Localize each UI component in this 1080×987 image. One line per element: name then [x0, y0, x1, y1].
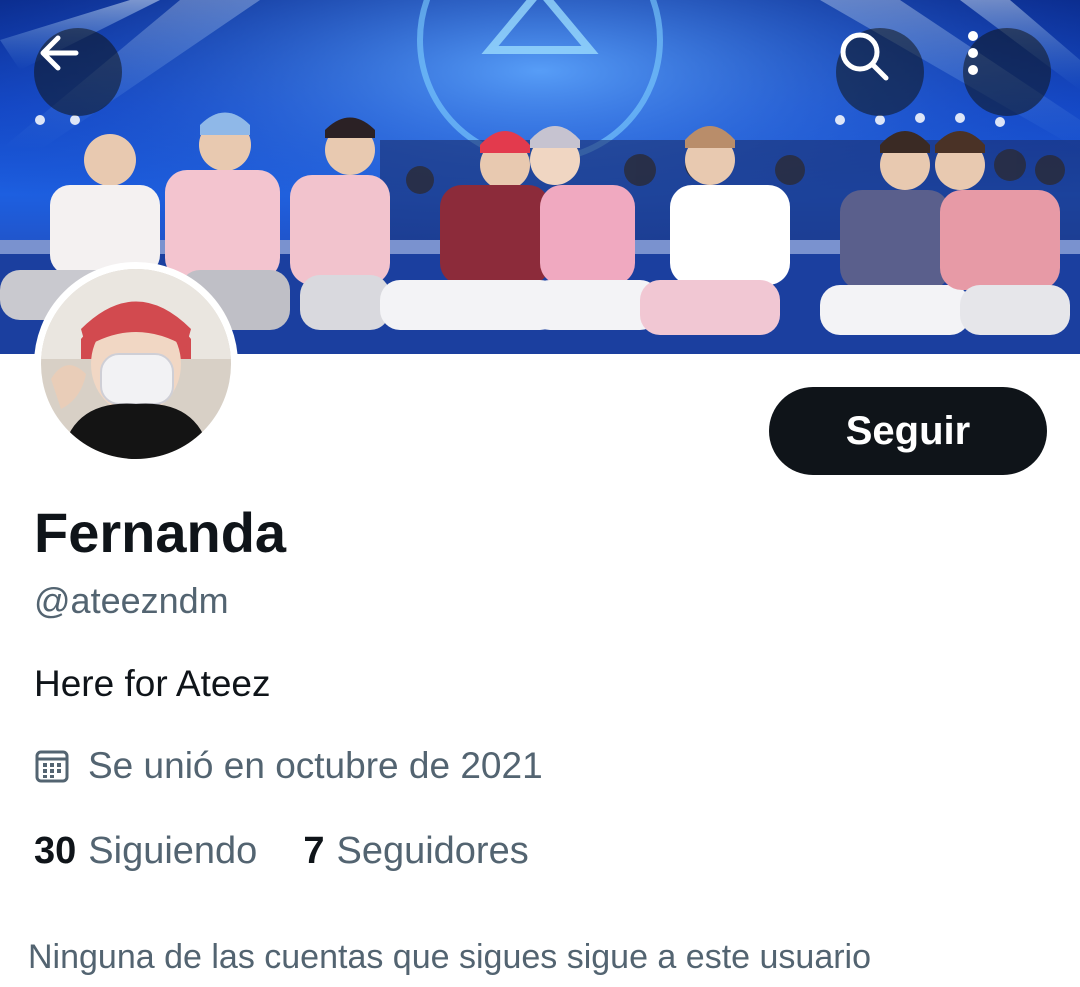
- profile-avatar[interactable]: [34, 262, 238, 466]
- avatar-photo: [41, 269, 231, 459]
- more-vertical-icon: [968, 31, 978, 75]
- followers-count: 7: [303, 830, 325, 872]
- joined-date-text: Se unió en octubre de 2021: [88, 745, 543, 786]
- follow-button[interactable]: Seguir: [769, 387, 1047, 475]
- follow-stats: 30 Siguiendo 7 Seguidores: [34, 830, 529, 873]
- followers-label: Seguidores: [336, 830, 529, 872]
- following-label: Siguiendo: [88, 830, 258, 872]
- back-button[interactable]: [34, 28, 122, 116]
- mutual-followers-note: Ninguna de las cuentas que sigues sigue …: [28, 938, 872, 976]
- calendar-icon: [35, 750, 69, 783]
- username-handle: @ateezndm: [34, 580, 229, 621]
- profile-bio: Here for Ateez: [34, 663, 271, 704]
- joined-date: Se unió en octubre de 2021: [34, 745, 543, 787]
- search-button[interactable]: [836, 28, 924, 116]
- following-count: 30: [34, 830, 77, 872]
- followers-link[interactable]: 7 Seguidores: [303, 830, 528, 873]
- more-options-button[interactable]: [963, 28, 1051, 116]
- following-link[interactable]: 30 Siguiendo: [34, 830, 257, 873]
- search-icon: [840, 32, 889, 81]
- arrow-left-icon: [40, 35, 79, 71]
- display-name: Fernanda: [34, 501, 287, 564]
